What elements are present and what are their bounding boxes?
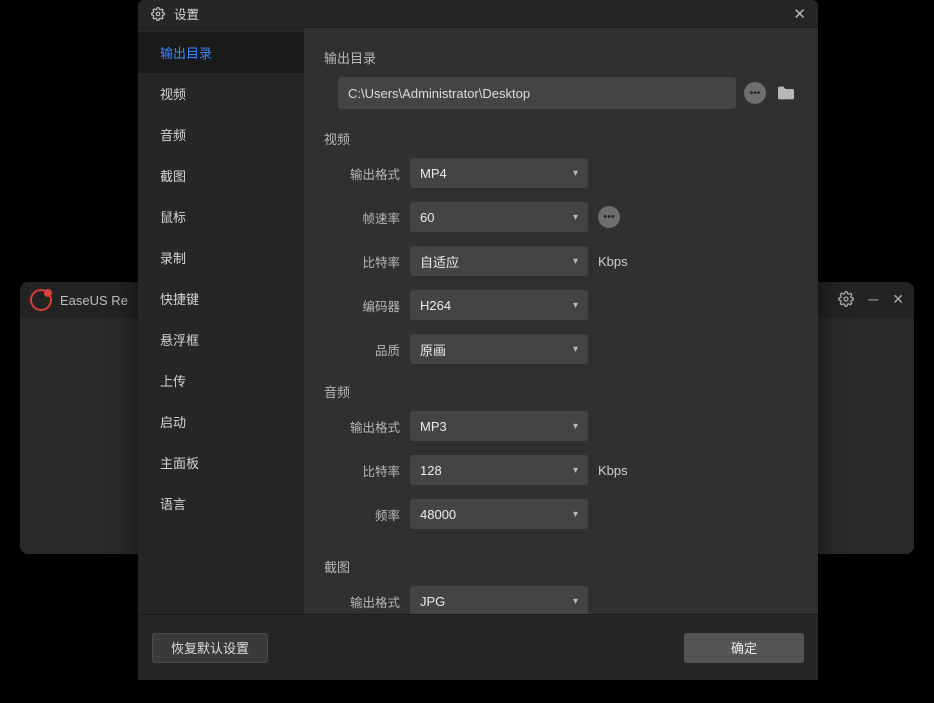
sidebar-item-startup[interactable]: 启动: [138, 401, 304, 442]
select-quality[interactable]: 原画 ▾: [410, 334, 588, 364]
select-audio-bitrate[interactable]: 128 ▾: [410, 455, 588, 485]
chevron-down-icon: ▾: [573, 596, 578, 607]
section-title-screenshot: 截图: [324, 557, 798, 576]
label-screenshot-format: 输出格式: [324, 592, 400, 611]
select-encoder[interactable]: H264 ▾: [410, 290, 588, 320]
output-path-input[interactable]: [338, 77, 736, 109]
chevron-down-icon: ▾: [573, 509, 578, 520]
settings-content[interactable]: 输出目录 ••• 视频 输出格式 MP4 ▾ 帧速率 60: [304, 28, 818, 614]
section-title-video: 视频: [324, 129, 798, 148]
framerate-more-button[interactable]: •••: [598, 206, 620, 228]
select-value: 原画: [420, 340, 446, 359]
label-framerate: 帧速率: [324, 208, 400, 227]
ok-button[interactable]: 确定: [684, 633, 804, 663]
select-audio-format[interactable]: MP3 ▾: [410, 411, 588, 441]
label-samplerate: 频率: [324, 505, 400, 524]
select-screenshot-format[interactable]: JPG ▾: [410, 586, 588, 614]
sidebar-item-upload[interactable]: 上传: [138, 360, 304, 401]
bitrate-unit: Kbps: [598, 463, 628, 478]
select-value: H264: [420, 298, 451, 313]
button-label: 恢复默认设置: [171, 638, 249, 657]
select-value: JPG: [420, 594, 445, 609]
sidebar-item-label: 录制: [160, 251, 186, 266]
sidebar-item-label: 主面板: [160, 456, 199, 471]
label-video-format: 输出格式: [324, 164, 400, 183]
chevron-down-icon: ▾: [573, 421, 578, 432]
chevron-down-icon: ▾: [573, 300, 578, 311]
sidebar-item-label: 视频: [160, 87, 186, 102]
sidebar-item-label: 快捷键: [160, 292, 199, 307]
close-icon[interactable]: ✕: [793, 5, 806, 23]
sidebar-item-label: 音频: [160, 128, 186, 143]
close-icon[interactable]: ✕: [892, 291, 904, 310]
button-label: 确定: [731, 638, 757, 657]
select-samplerate[interactable]: 48000 ▾: [410, 499, 588, 529]
sidebar-item-video[interactable]: 视频: [138, 73, 304, 114]
app-title: EaseUS Re: [60, 293, 128, 308]
settings-sidebar: 输出目录 视频 音频 截图 鼠标 录制 快捷键 悬浮框 上传 启动 主面板 语言: [138, 28, 304, 614]
chevron-down-icon: ▾: [573, 465, 578, 476]
sidebar-item-audio[interactable]: 音频: [138, 114, 304, 155]
select-value: 48000: [420, 507, 456, 522]
section-title-output-dir: 输出目录: [324, 48, 798, 67]
select-video-bitrate[interactable]: 自适应 ▾: [410, 246, 588, 276]
select-value: 128: [420, 463, 442, 478]
sidebar-item-float-frame[interactable]: 悬浮框: [138, 319, 304, 360]
gear-icon: [150, 6, 166, 22]
minimize-icon[interactable]: ─: [868, 291, 878, 310]
sidebar-item-label: 悬浮框: [160, 333, 199, 348]
sidebar-item-label: 语言: [160, 497, 186, 512]
modal-header: 设置 ✕: [138, 0, 818, 28]
chevron-down-icon: ▾: [573, 168, 578, 179]
sidebar-item-record[interactable]: 录制: [138, 237, 304, 278]
gear-icon[interactable]: [838, 291, 854, 310]
sidebar-item-label: 启动: [160, 415, 186, 430]
sidebar-item-label: 鼠标: [160, 210, 186, 225]
label-audio-bitrate: 比特率: [324, 461, 400, 480]
chevron-down-icon: ▾: [573, 256, 578, 267]
chevron-down-icon: ▾: [573, 212, 578, 223]
select-framerate[interactable]: 60 ▾: [410, 202, 588, 232]
label-video-bitrate: 比特率: [324, 252, 400, 271]
sidebar-item-main-panel[interactable]: 主面板: [138, 442, 304, 483]
select-value: 60: [420, 210, 434, 225]
section-title-audio: 音频: [324, 382, 798, 401]
sidebar-item-hotkey[interactable]: 快捷键: [138, 278, 304, 319]
sidebar-item-screenshot[interactable]: 截图: [138, 155, 304, 196]
open-folder-button[interactable]: [774, 83, 798, 103]
app-logo-icon: [30, 289, 52, 311]
chevron-down-icon: ▾: [573, 344, 578, 355]
settings-modal: 设置 ✕ 输出目录 视频 音频 截图 鼠标 录制 快捷键 悬浮框 上传 启动 主…: [138, 0, 818, 680]
bitrate-unit: Kbps: [598, 254, 628, 269]
sidebar-item-label: 输出目录: [160, 46, 212, 61]
sidebar-item-label: 截图: [160, 169, 186, 184]
select-value: 自适应: [420, 252, 459, 271]
label-audio-format: 输出格式: [324, 417, 400, 436]
modal-title: 设置: [174, 4, 199, 23]
sidebar-item-output-dir[interactable]: 输出目录: [138, 32, 304, 73]
modal-footer: 恢复默认设置 确定: [138, 614, 818, 680]
label-encoder: 编码器: [324, 296, 400, 315]
select-video-format[interactable]: MP4 ▾: [410, 158, 588, 188]
sidebar-item-language[interactable]: 语言: [138, 483, 304, 524]
sidebar-item-label: 上传: [160, 374, 186, 389]
select-value: MP3: [420, 419, 447, 434]
select-value: MP4: [420, 166, 447, 181]
browse-more-button[interactable]: •••: [744, 82, 766, 104]
reset-defaults-button[interactable]: 恢复默认设置: [152, 633, 268, 663]
sidebar-item-mouse[interactable]: 鼠标: [138, 196, 304, 237]
label-quality: 品质: [324, 340, 400, 359]
